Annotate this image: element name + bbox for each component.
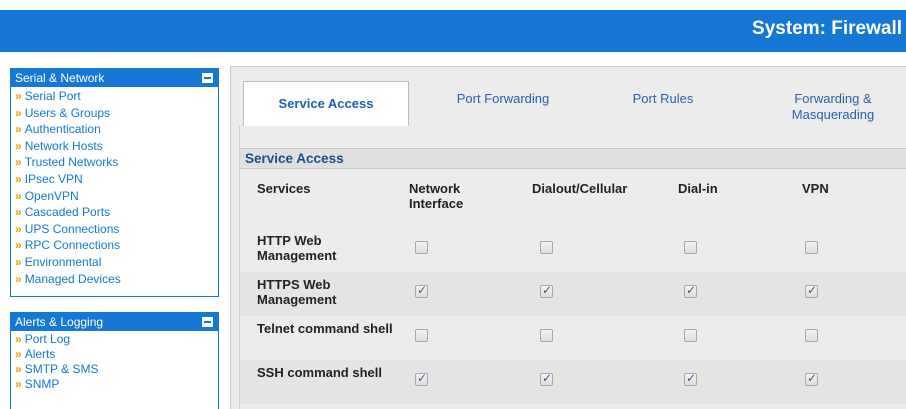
- checkbox-http-dialout[interactable]: [540, 241, 553, 254]
- arrow-icon: »: [15, 205, 22, 220]
- checkbox-telnet-dialout[interactable]: [540, 329, 553, 342]
- menu-header: Alerts & Logging: [11, 313, 218, 331]
- menu-item-ipsec-vpn[interactable]: » IPsec VPN: [15, 171, 218, 188]
- arrow-icon: »: [15, 122, 22, 137]
- arrow-icon: »: [15, 89, 22, 103]
- collapse-icon[interactable]: [202, 317, 213, 327]
- checkbox-telnet-network-interface[interactable]: [415, 329, 428, 342]
- checkbox-ssh-dial-in[interactable]: [684, 371, 697, 386]
- checkbox-telnet-dial-in[interactable]: [684, 329, 697, 342]
- arrow-icon: »: [15, 221, 22, 236]
- checkbox-ssh-vpn[interactable]: [805, 371, 818, 386]
- table-row-ssh: SSH command shell: [240, 360, 906, 404]
- column-header-network-interface: Network Interface: [409, 181, 464, 211]
- section-title: Service Access: [240, 148, 906, 169]
- checkbox-ssh-dialout[interactable]: [540, 371, 553, 386]
- row-label: HTTPS Web Management: [257, 277, 337, 307]
- menu-item-serial-port[interactable]: » Serial Port: [15, 88, 218, 105]
- tab-bar: Service Access Port Forwarding Port Rule…: [243, 81, 906, 127]
- arrow-icon: »: [15, 171, 22, 186]
- menu-serial-network: Serial & Network » Serial Port » Users & G…: [10, 68, 219, 297]
- menu-title: Alerts & Logging: [15, 315, 104, 329]
- arrow-icon: »: [15, 254, 22, 269]
- checkbox-telnet-vpn[interactable]: [805, 329, 818, 342]
- arrow-icon: »: [15, 271, 22, 286]
- row-label: Telnet command shell: [257, 321, 393, 336]
- arrow-icon: »: [15, 105, 22, 120]
- menu-item-port-log[interactable]: » Port Log: [15, 332, 218, 347]
- arrow-icon: »: [15, 362, 22, 376]
- menu-alerts-logging: Alerts & Logging » Port Log » Alerts » SMTP…: [10, 312, 219, 409]
- arrow-icon: »: [15, 377, 22, 391]
- arrow-icon: »: [15, 138, 22, 153]
- checkbox-http-vpn[interactable]: [805, 241, 818, 254]
- arrow-icon: »: [15, 238, 22, 253]
- tab-forwarding-masquerading[interactable]: Forwarding & Masquerading: [758, 81, 906, 126]
- table-row-http: HTTP Web Management: [240, 228, 906, 272]
- menu-item-authentication[interactable]: » Authentication: [15, 121, 218, 138]
- menu-list: » Port Log » Alerts » SMTP & SMS » SNMP: [11, 331, 218, 392]
- collapse-icon[interactable]: [202, 73, 213, 83]
- menu-item-trusted-networks[interactable]: » Trusted Networks: [15, 154, 218, 171]
- tab-port-rules[interactable]: Port Rules: [598, 81, 728, 126]
- menu-item-smtp-sms[interactable]: » SMTP & SMS: [15, 362, 218, 377]
- checkbox-https-dial-in[interactable]: [684, 283, 697, 298]
- table-row-https: HTTPS Web Management: [240, 272, 906, 316]
- arrow-icon: »: [15, 155, 22, 170]
- menu-item-users-groups[interactable]: » Users & Groups: [15, 105, 218, 122]
- menu-item-rpc-connections[interactable]: » RPC Connections: [15, 237, 218, 254]
- checkbox-https-dialout[interactable]: [540, 283, 553, 298]
- row-label: SSH command shell: [257, 365, 382, 380]
- tab-service-access[interactable]: Service Access: [243, 81, 409, 127]
- menu-item-cascaded-ports[interactable]: » Cascaded Ports: [15, 204, 218, 221]
- column-header-vpn: VPN: [802, 181, 829, 196]
- arrow-icon: »: [15, 332, 22, 346]
- arrow-icon: »: [15, 188, 22, 203]
- column-header-dial-in: Dial-in: [678, 181, 718, 196]
- menu-list: » Serial Port » Users & Groups » Authentica…: [11, 87, 218, 287]
- menu-item-environmental[interactable]: » Environmental: [15, 254, 218, 271]
- menu-item-openvpn[interactable]: » OpenVPN: [15, 188, 218, 205]
- main-content: Service Access Port Forwarding Port Rule…: [230, 66, 906, 409]
- checkbox-https-vpn[interactable]: [805, 283, 818, 298]
- menu-header: Serial & Network: [11, 69, 218, 87]
- menu-item-alerts[interactable]: » Alerts: [15, 347, 218, 362]
- tab-port-forwarding[interactable]: Port Forwarding: [423, 81, 583, 126]
- checkbox-ssh-network-interface[interactable]: [415, 371, 428, 386]
- checkbox-https-network-interface[interactable]: [415, 283, 428, 298]
- column-header-services: Services: [257, 181, 311, 196]
- menu-item-ups-connections[interactable]: » UPS Connections: [15, 221, 218, 238]
- menu-item-managed-devices[interactable]: » Managed Devices: [15, 271, 218, 288]
- checkbox-http-dial-in[interactable]: [684, 241, 697, 254]
- menu-title: Serial & Network: [15, 71, 105, 85]
- checkbox-http-network-interface[interactable]: [415, 241, 428, 254]
- row-label: HTTP Web Management: [257, 233, 337, 263]
- arrow-icon: »: [15, 347, 22, 361]
- menu-item-snmp[interactable]: » SNMP: [15, 377, 218, 392]
- table-row-telnet: Telnet command shell: [240, 316, 906, 360]
- page-header: System: Firewall: [0, 10, 906, 52]
- page-title: System: Firewall: [752, 18, 902, 39]
- column-header-dialout-cellular: Dialout/Cellular: [532, 181, 628, 196]
- menu-item-network-hosts[interactable]: » Network Hosts: [15, 138, 218, 155]
- service-access-panel: Service Access Services Network Interfac…: [239, 126, 906, 409]
